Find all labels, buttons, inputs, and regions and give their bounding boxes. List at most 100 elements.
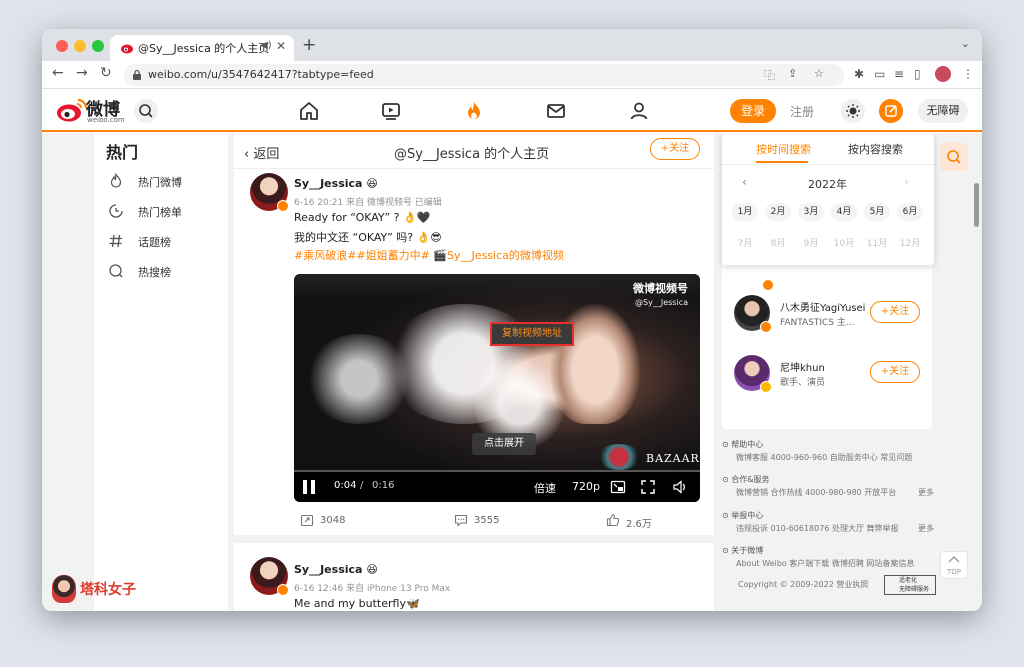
recommend-user: 八木勇征YagiYusei FANTASTICS 主... +关注 xyxy=(734,295,924,335)
month-feb[interactable]: 2月 xyxy=(765,203,791,221)
month-apr[interactable]: 4月 xyxy=(831,203,857,221)
post-text-line: Me and my butterfly🦋 xyxy=(294,597,420,610)
sidebar-item-label: 热搜榜 xyxy=(138,266,171,279)
browser-tab[interactable]: @Sy__Jessica 的个人主页 ◀) ✕ xyxy=(110,35,294,61)
back-to-top-button[interactable]: TOP xyxy=(940,551,968,579)
month-may[interactable]: 5月 xyxy=(864,203,890,221)
theme-toggle-button[interactable] xyxy=(841,99,865,123)
repost-button[interactable]: 3048 xyxy=(300,513,420,529)
home-icon[interactable] xyxy=(298,100,320,122)
scrollbar-thumb[interactable] xyxy=(974,183,979,227)
next-year-chevron-icon[interactable]: › xyxy=(904,175,909,189)
search-button[interactable] xyxy=(134,99,158,123)
footer-links[interactable]: 微博客服 4000-960-960 自助服务中心 常见问题 xyxy=(736,452,912,463)
fire-icon xyxy=(110,173,122,188)
tab-search-by-time[interactable]: 按时间搜索 xyxy=(756,141,811,157)
month-jan[interactable]: 1月 xyxy=(732,203,758,221)
minimize-window-button[interactable] xyxy=(74,40,86,52)
search-ring-icon xyxy=(109,264,123,278)
month-jun[interactable]: 6月 xyxy=(897,203,923,221)
quality-button[interactable]: 720p xyxy=(572,480,600,493)
comment-button[interactable]: 3555 xyxy=(454,513,574,529)
reload-icon[interactable]: ↻ xyxy=(100,65,112,81)
register-link[interactable]: 注册 xyxy=(790,103,814,120)
address-bar[interactable]: weibo.com/u/3547642417?tabtype=feed ⿻ ⇪ … xyxy=(124,64,844,86)
post-actions: 3048 3555 2.6万 xyxy=(234,507,714,533)
forward-arrow-icon[interactable]: → xyxy=(76,65,88,81)
tab-search-chevron-icon[interactable]: ⌄ xyxy=(961,37,970,50)
brand-watermark: BAZAAR xyxy=(646,452,700,465)
recommend-user-name[interactable]: 尼坤khun xyxy=(780,359,825,374)
reading-list-icon[interactable]: ≡ xyxy=(894,67,904,81)
bookmark-star-icon[interactable]: ☆ xyxy=(814,67,824,80)
footer-heading-text: 帮助中心 xyxy=(731,440,764,449)
profile-avatar[interactable] xyxy=(935,66,951,82)
footer-links[interactable]: 违规投诉 010-60618076 处理大厅 舞弊举报 xyxy=(736,523,899,534)
author-name[interactable]: Sy__Jessica 😆 xyxy=(294,563,378,576)
volume-icon[interactable] xyxy=(672,479,688,495)
hot-fire-icon[interactable] xyxy=(463,100,485,122)
copy-video-address-button[interactable]: 复制视频地址 xyxy=(490,322,574,346)
footer-links[interactable]: 微博营销 合作热线 4000-980-980 开放平台 xyxy=(736,487,896,498)
sidebar-item-hot-list[interactable]: 热门榜单 xyxy=(108,201,228,221)
date-search-panel: 按时间搜索 按内容搜索 ‹ 2022年 › 1月 2月 3月 4月 5月 6月 … xyxy=(722,133,934,265)
accessibility-button[interactable]: 无障碍 xyxy=(918,99,968,123)
weibo-logo-icon[interactable] xyxy=(56,97,88,123)
maximize-window-button[interactable] xyxy=(92,40,104,52)
translate-icon[interactable]: ⿻ xyxy=(764,67,775,83)
repost-icon xyxy=(300,514,314,527)
side-panel-icon[interactable]: ▯ xyxy=(914,67,921,81)
close-tab-icon[interactable]: ✕ xyxy=(276,39,286,53)
compose-button[interactable] xyxy=(879,99,903,123)
video-play-icon[interactable] xyxy=(380,100,402,122)
back-link[interactable]: ‹ 返回 xyxy=(244,143,279,162)
footer-heading: ⊙ 合作&服务 xyxy=(722,475,770,484)
footer-more-link[interactable]: 更多 xyxy=(918,487,934,498)
month-sep: 9月 xyxy=(803,239,819,249)
close-window-button[interactable] xyxy=(56,40,68,52)
footer-heading: ⊙ 帮助中心 xyxy=(722,440,764,449)
prev-year-chevron-icon[interactable]: ‹ xyxy=(742,175,747,189)
playback-speed-button[interactable]: 倍速 xyxy=(534,480,556,496)
fullscreen-icon[interactable] xyxy=(640,479,656,495)
footer-heading: ⊙ 关于微博 xyxy=(722,546,764,555)
follow-button[interactable]: +关注 xyxy=(650,138,700,160)
floating-search-button[interactable] xyxy=(940,143,968,171)
follow-button[interactable]: +关注 xyxy=(870,361,920,383)
pause-icon[interactable] xyxy=(302,480,316,494)
video-player[interactable]: 微博视频号 @Sy__Jessica 复制视频地址 点击展开 BAZAAR 0:… xyxy=(294,274,700,502)
video-watermark-handle: @Sy__Jessica xyxy=(635,298,688,307)
footer-links[interactable]: About Weibo 客户端下载 微博招聘 网站备案信息 xyxy=(736,558,914,569)
cast-icon[interactable]: ▭ xyxy=(874,67,885,81)
share-icon[interactable]: ⇪ xyxy=(788,67,797,80)
sun-icon xyxy=(846,104,860,118)
chevron-up-icon xyxy=(948,556,960,563)
mail-icon[interactable] xyxy=(545,100,567,122)
sidebar-item-label: 热门微博 xyxy=(138,176,182,189)
extensions-puzzle-icon[interactable]: ✱ xyxy=(854,67,864,81)
sidebar-item-topics[interactable]: 话题榜 xyxy=(108,231,228,251)
author-name[interactable]: Sy__Jessica 😆 xyxy=(294,177,378,190)
watermark-mascot xyxy=(52,575,76,603)
tab-search-by-content[interactable]: 按内容搜索 xyxy=(848,141,903,157)
sidebar-item-hot-search[interactable]: 热搜榜 xyxy=(108,261,228,281)
age-friendly-badge[interactable]: 适老化 无障碍服务 xyxy=(884,575,936,595)
follow-button[interactable]: +关注 xyxy=(870,301,920,323)
page-content: 热门 热门微博 热门榜单 话题榜 热搜榜 ‹ 返回 @Sy__Jessica 的… xyxy=(42,133,982,611)
recommend-user-name[interactable]: 八木勇征YagiYusei xyxy=(780,299,865,314)
footer-more-link[interactable]: 更多 xyxy=(918,523,934,534)
back-arrow-icon[interactable]: ← xyxy=(52,65,64,81)
picture-in-picture-icon[interactable] xyxy=(610,479,626,495)
login-button[interactable]: 登录 xyxy=(730,99,776,123)
sidebar-item-hot-weibo[interactable]: 热门微博 xyxy=(108,171,228,191)
month-mar[interactable]: 3月 xyxy=(798,203,824,221)
post-hashtags[interactable]: #乘风破浪##姐姐蓄力中# 🎬Sy__Jessica的微博视频 xyxy=(294,247,564,263)
speaker-icon[interactable]: ◀) xyxy=(260,40,272,51)
like-button[interactable]: 2.6万 xyxy=(606,513,726,530)
user-profile-icon[interactable] xyxy=(628,100,650,122)
recommend-card: 八木勇征YagiYusei FANTASTICS 主... +关注 尼坤khun… xyxy=(722,251,932,429)
badge-line: 无障碍服务 xyxy=(899,586,930,593)
new-tab-icon[interactable]: + xyxy=(302,35,316,55)
kebab-menu-icon[interactable]: ⋮ xyxy=(962,67,974,81)
expand-button[interactable]: 点击展开 xyxy=(472,433,536,455)
